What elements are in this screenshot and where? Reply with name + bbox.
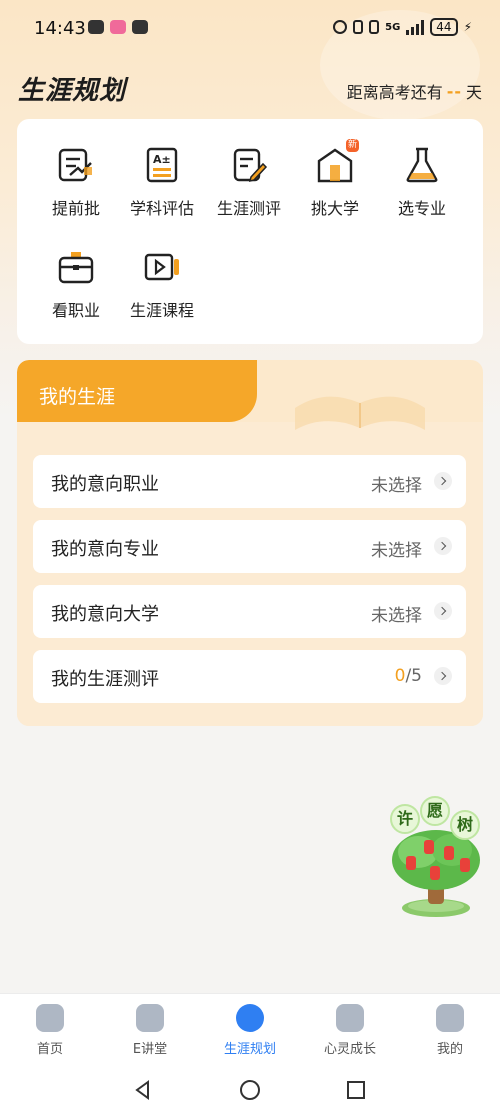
- book-decoration-icon: [295, 396, 425, 430]
- wish-tree-char: 愿: [420, 796, 450, 826]
- nav-label: 首页: [36, 1042, 63, 1057]
- row-label: 我的生涯测评: [51, 669, 159, 690]
- nav-item-mind-growth[interactable]: 心灵成长: [310, 1004, 390, 1057]
- nav-item-e-lecture[interactable]: E讲堂: [110, 1004, 190, 1057]
- alarm-icon: [333, 20, 348, 34]
- university-icon: 新: [315, 139, 359, 185]
- countdown-suffix: 天: [465, 83, 482, 102]
- row-value: 未选择: [371, 606, 422, 626]
- grid-item-advance-batch[interactable]: 提前批: [31, 145, 121, 219]
- grid-item-choose-major[interactable]: 选专业: [377, 145, 467, 219]
- video-course-icon: [142, 247, 182, 287]
- row-career-test[interactable]: 我的生涯测评 0/5: [33, 650, 466, 703]
- grid-label: 看职业: [51, 301, 100, 320]
- row-intended-career[interactable]: 我的意向职业 未选择: [33, 455, 466, 508]
- chevron-right-icon: [434, 667, 452, 685]
- advance-batch-icon: [56, 145, 96, 185]
- grid-item-subject-eval[interactable]: A± 学科评估: [117, 145, 207, 219]
- my-career-title: 我的生涯: [39, 386, 116, 408]
- message-icon: [132, 20, 148, 34]
- bottom-nav: 首页 E讲堂 生涯规划 心灵成长 我的: [0, 993, 500, 1063]
- grid-item-career-test[interactable]: 生涯测评: [204, 145, 294, 219]
- chevron-right-icon: [434, 472, 452, 490]
- grid-label: 生涯课程: [129, 301, 194, 320]
- countdown-prefix: 距离高考还有: [346, 83, 443, 102]
- battery-icon: 44: [430, 18, 458, 36]
- nav-item-career-planning[interactable]: 生涯规划: [210, 1004, 290, 1057]
- row-label: 我的意向大学: [51, 604, 159, 625]
- nav-item-mine[interactable]: 我的: [410, 1004, 490, 1057]
- grid-label: 选专业: [397, 199, 446, 218]
- test-progress: 0/5: [395, 666, 422, 686]
- countdown-value: --: [446, 81, 462, 101]
- back-icon[interactable]: [132, 1079, 154, 1101]
- my-career-tab: 我的生涯: [17, 360, 257, 422]
- nav-label: E讲堂: [132, 1042, 168, 1057]
- home-circle-icon[interactable]: [239, 1079, 261, 1101]
- vibrate-icon: [369, 20, 380, 34]
- compass-icon: [236, 1004, 264, 1032]
- grid-label: 挑大学: [310, 199, 359, 218]
- network-type: 5G: [385, 21, 401, 33]
- new-badge: 新: [345, 139, 359, 152]
- svg-text:A±: A±: [153, 153, 171, 166]
- my-career-panel: 我的生涯 我的意向职业 未选择 我的意向专业 未选择 我的意向大学 未选择 我的…: [17, 360, 483, 726]
- career-test-icon: [229, 145, 269, 185]
- wechat-icon: [88, 20, 104, 34]
- video-play-icon: [136, 1004, 164, 1032]
- status-bar: 14:43 5G 44 ⚡: [0, 0, 500, 58]
- grid-label: 提前批: [51, 199, 100, 218]
- exam-countdown: 距离高考还有 -- 天: [347, 79, 482, 103]
- row-intended-major[interactable]: 我的意向专业 未选择: [33, 520, 466, 573]
- page-title: 生涯规划: [18, 76, 127, 106]
- flask-icon: [402, 145, 442, 185]
- leaf-icon: [336, 1004, 364, 1032]
- test-progress-total: /5: [405, 666, 422, 686]
- row-value: 未选择: [371, 476, 422, 496]
- system-nav-bar: [0, 1063, 500, 1117]
- home-icon: [36, 1004, 64, 1032]
- briefcase-icon: [56, 247, 96, 287]
- feature-grid: 提前批 A± 学科评估 生涯测评 新 挑大学 选专业 看职业 生涯课程: [17, 119, 483, 344]
- grid-item-view-career[interactable]: 看职业: [31, 247, 121, 321]
- grid-item-career-course[interactable]: 生涯课程: [117, 247, 207, 321]
- wish-tree-button[interactable]: 许 愿 树: [388, 796, 484, 920]
- nav-label: 生涯规划: [223, 1042, 276, 1057]
- wish-tree-char: 许: [390, 804, 420, 834]
- wish-tree-char: 树: [450, 810, 480, 840]
- status-time: 14:43: [34, 18, 86, 39]
- recents-icon[interactable]: [345, 1079, 367, 1101]
- subject-eval-icon: A±: [142, 145, 182, 185]
- grid-item-university[interactable]: 新 挑大学: [290, 139, 380, 219]
- app-notification-icon: [110, 20, 126, 34]
- grid-label: 生涯测评: [216, 199, 281, 218]
- nav-item-home[interactable]: 首页: [10, 1004, 90, 1057]
- chevron-right-icon: [434, 537, 452, 555]
- nav-label: 心灵成长: [323, 1042, 376, 1057]
- row-value: 未选择: [371, 541, 422, 561]
- user-icon: [436, 1004, 464, 1032]
- signal-icon: [406, 19, 425, 35]
- chevron-right-icon: [434, 602, 452, 620]
- row-label: 我的意向专业: [51, 539, 159, 560]
- row-label: 我的意向职业: [51, 474, 159, 495]
- bluetooth-icon: [353, 20, 364, 34]
- test-progress-done: 0: [394, 666, 406, 686]
- grid-label: 学科评估: [129, 199, 194, 218]
- charging-icon: ⚡: [463, 20, 472, 34]
- nav-label: 我的: [436, 1042, 463, 1057]
- row-intended-university[interactable]: 我的意向大学 未选择: [33, 585, 466, 638]
